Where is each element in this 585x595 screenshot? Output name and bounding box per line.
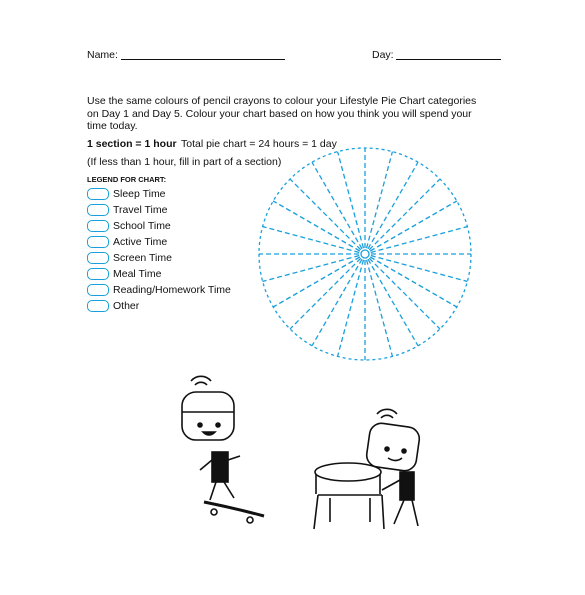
pie-section-divider [369, 256, 458, 308]
pie-section-divider [367, 161, 419, 250]
pie-section-divider [365, 259, 394, 357]
pie-section-divider [289, 178, 362, 251]
pie-section-divider [336, 151, 365, 249]
pie-section-divider [365, 151, 394, 249]
pie-section-divider [336, 259, 365, 357]
robot-skateboard-illustration [181, 375, 265, 524]
pie-center [360, 249, 370, 259]
pie-section-divider [370, 254, 468, 283]
pie-section-divider [289, 257, 362, 330]
worksheet-page: Name: Day: Use the same colours of penci… [0, 0, 585, 595]
pie-section-divider [370, 225, 468, 254]
pie-section-divider [367, 258, 419, 347]
pie-section-divider [368, 257, 441, 330]
robot-chair-illustration [313, 408, 421, 530]
pie-section-divider [369, 200, 458, 252]
pie-section-divider [272, 256, 361, 308]
pie-section-divider [262, 225, 360, 254]
pie-section-divider [262, 254, 360, 283]
pie-section-divider [311, 161, 363, 250]
pie-section-divider [368, 178, 441, 251]
pie-chart-template [181, 147, 472, 530]
pie-section-divider [272, 200, 361, 252]
pie-section-divider [311, 258, 363, 347]
